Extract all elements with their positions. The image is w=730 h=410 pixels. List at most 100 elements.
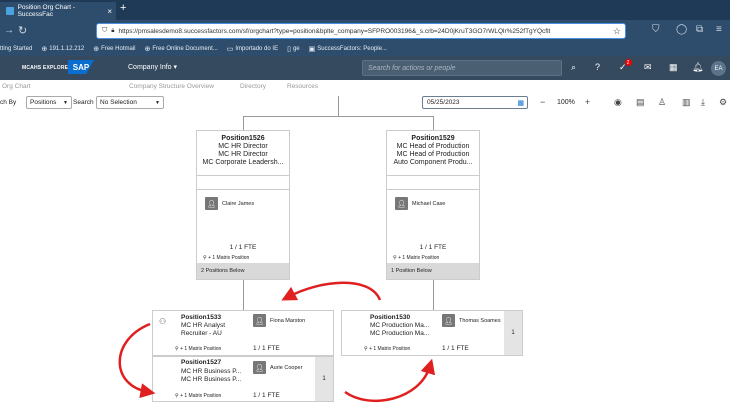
position-id: Position1530 [370, 314, 411, 321]
shield-check-icon[interactable]: ⛉ [652, 24, 660, 35]
person-icon: 👤︎ [395, 197, 408, 210]
bookmarks-bar: tting Started ⊕ 191.1.12.212 ⊕ Free Hotmai… [0, 42, 730, 56]
matrix-position[interactable]: ⚲ + 1 Matrix Position [175, 346, 221, 352]
position-card[interactable]: Position1526 MC HR Director MC HR Direct… [196, 130, 290, 280]
incumbent-name: Aurie Cooper [270, 364, 303, 371]
position-id: Position1527 [181, 359, 222, 366]
clipboard-icon[interactable]: ▤ [636, 97, 645, 108]
direct-reports-count[interactable]: 1 [315, 357, 333, 401]
globe-icon: ⊕ [93, 46, 100, 53]
address-bar[interactable]: ⛉ 🔒︎ https://pmsalesdemo8.successfactors… [96, 23, 626, 39]
sap-logo[interactable]: SAP [68, 60, 94, 74]
incumbent-name: Michael Case [412, 200, 446, 207]
new-tab-icon[interactable]: + [120, 2, 126, 14]
search-by-select[interactable]: Positions ▼ [26, 96, 72, 109]
profile-icon[interactable]: ◯ [676, 24, 687, 35]
bookmark-item[interactable]: ▭ Importado do IE [227, 45, 278, 53]
forward-icon[interactable]: → [4, 25, 14, 36]
connector-line [243, 280, 244, 312]
matrix-position[interactable]: ⚲ + 1 Matrix Position [203, 255, 249, 261]
tab-directory[interactable]: Directory [240, 83, 266, 90]
position-title: MC HR Director [218, 143, 268, 150]
tab-company-structure[interactable]: Company Structure Overview [129, 83, 214, 90]
folder-icon: ▭ [226, 46, 234, 53]
annotation-arrow [344, 358, 436, 402]
matrix-position[interactable]: ⚲ + 1 Matrix Position [175, 393, 221, 399]
bookmark-item[interactable]: ⊕ 191.1.12.212 [41, 45, 84, 53]
search-icon[interactable]: ⌕ [571, 62, 576, 73]
bookmark-item[interactable]: ⊕ Free Hotmail [93, 45, 135, 53]
connector-line [243, 116, 244, 130]
notification-badge: 2 [624, 59, 632, 66]
lock-icon: 🔒︎ [111, 27, 115, 34]
position-title: Recruiter - AU [181, 330, 222, 337]
position-title: MC Production Ma... [370, 330, 430, 337]
incumbent[interactable]: 👤︎ Michael Case [395, 197, 445, 210]
incumbent-name: Claire James [222, 200, 255, 207]
position-title: MC Production Ma... [370, 322, 430, 329]
sap-shell-bar: MCAHS EXPLORE SAP Company Info ▾ Search … [0, 56, 730, 80]
grid-icon[interactable]: ▦ [669, 62, 678, 73]
position-card[interactable]: ⚇ Position1533 MC HR Analyst Recruiter -… [152, 310, 334, 356]
download-icon[interactable]: ⤓ [701, 97, 705, 108]
bookmark-item[interactable]: ⊕ Free Online Document... [145, 45, 218, 53]
company-info-menu[interactable]: Company Info ▾ [128, 63, 177, 71]
browser-tab[interactable]: Position Org Chart - SuccessFac × [0, 2, 116, 20]
global-search-input[interactable]: Search for actions or people [362, 60, 562, 76]
shield-icon: ⛉ [102, 27, 108, 34]
position-card[interactable]: Position1529 MC Head of Production MC He… [386, 130, 480, 280]
search-select[interactable]: No Selection ▼ [96, 96, 164, 109]
bookmark-item[interactable]: tting Started [0, 46, 32, 52]
connector-line [433, 280, 434, 312]
divider [387, 189, 479, 190]
bell-icon[interactable]: 🔔︎ [692, 62, 703, 73]
chat-icon[interactable]: ✉ [644, 62, 652, 73]
connector-line [243, 116, 433, 117]
person-icon: 👤︎ [253, 314, 266, 327]
tab-resources[interactable]: Resources [287, 83, 318, 90]
bookmark-item[interactable]: ▣ SuccessFactors: People... [309, 45, 387, 53]
position-card[interactable]: Position1530 MC Production Ma... MC Prod… [341, 310, 523, 356]
close-tab-icon[interactable]: × [107, 7, 112, 16]
fte-value: 1 / 1 FTE [253, 345, 280, 352]
matrix-position[interactable]: ⚲ + 1 Matrix Position [364, 346, 410, 352]
tab-org-chart[interactable]: Org Chart [2, 83, 31, 90]
todo-icon[interactable]: ✓ 2 [619, 59, 632, 73]
tab-title: Position Org Chart - SuccessFac [17, 4, 76, 18]
menu-icon[interactable]: ≡ [716, 24, 722, 35]
incumbent[interactable]: 👤︎ Claire James [205, 197, 254, 210]
zoom-out-icon[interactable]: − [540, 97, 545, 107]
incumbent[interactable]: 👤︎ Fiona Marston [253, 314, 305, 327]
bookmark-star-icon[interactable]: ☆ [613, 26, 621, 37]
positions-below[interactable]: 2 Positions Below [197, 263, 289, 279]
avatar[interactable]: EA [711, 61, 726, 76]
divider [197, 175, 289, 176]
zoom-in-icon[interactable]: + [585, 97, 590, 107]
incumbent[interactable]: 👤︎ Thomas Soames [442, 314, 501, 327]
direct-reports-count[interactable]: 1 [504, 311, 522, 355]
annotation-arrow [118, 322, 156, 399]
help-icon[interactable]: ? [595, 62, 600, 72]
person-icon: 👤︎ [253, 361, 266, 374]
position-card[interactable]: Position1527 MC HR Business P... MC HR B… [152, 356, 334, 402]
calendar-icon[interactable]: ▦ [517, 99, 524, 107]
reload-icon[interactable]: ↻ [18, 24, 27, 37]
connector-line [433, 116, 434, 130]
divider [387, 175, 479, 176]
bookmark-item[interactable]: ▯ ge [287, 45, 300, 53]
extensions-icon[interactable]: ⧉ [696, 24, 703, 35]
chevron-down-icon: ▼ [155, 99, 160, 106]
incumbent[interactable]: 👤︎ Aurie Cooper [253, 361, 302, 374]
positions-below[interactable]: 1 Position Below [387, 263, 479, 279]
chart-icon[interactable]: ▥ [682, 97, 691, 108]
view-icon[interactable]: ◉ [614, 97, 622, 108]
position-title: MC HR Business P... [181, 376, 242, 383]
globe-icon: ⊕ [41, 46, 48, 53]
matrix-position[interactable]: ⚲ + 1 Matrix Position [393, 255, 439, 261]
person-settings-icon[interactable]: ♙ [658, 97, 666, 108]
position-id: Position1533 [181, 314, 222, 321]
favicon-icon [6, 7, 14, 15]
add-person-icon[interactable]: ⚇ [159, 317, 166, 326]
date-picker[interactable]: 05/25/2023 ▦ [422, 96, 528, 109]
settings-icon[interactable]: ⚙ [719, 97, 727, 108]
